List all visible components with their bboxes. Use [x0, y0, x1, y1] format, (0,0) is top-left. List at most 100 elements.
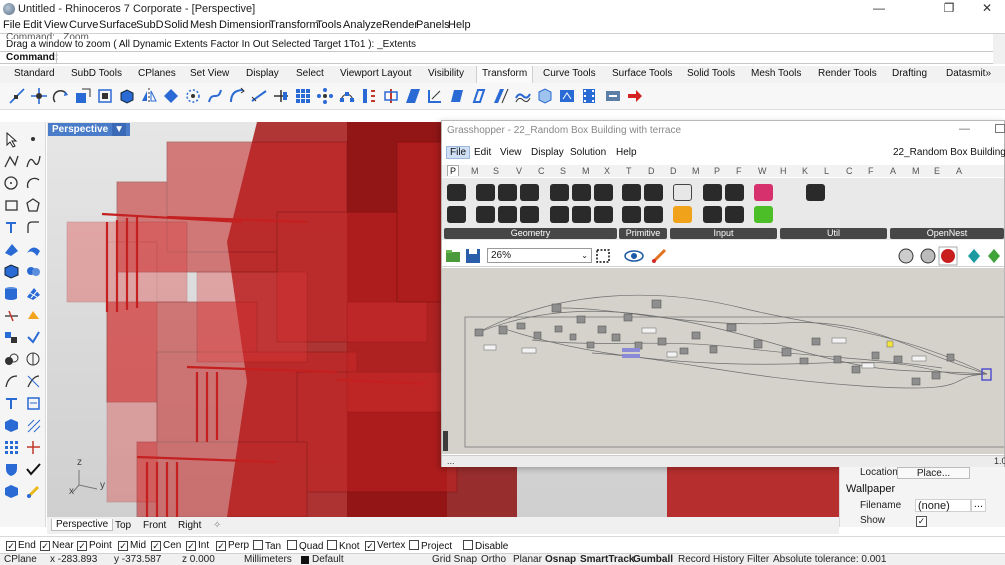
- gh-param-plane-icon[interactable]: [447, 206, 466, 223]
- shear-icon[interactable]: [404, 87, 422, 105]
- gh-tab-a2[interactable]: A: [956, 166, 962, 176]
- set-pt-icon[interactable]: [604, 87, 622, 105]
- gh-input-toggle-icon[interactable]: [703, 206, 722, 223]
- gh-menu-help[interactable]: Help: [616, 147, 637, 158]
- paint-icon[interactable]: [25, 483, 42, 500]
- command-input[interactable]: [56, 52, 991, 63]
- osnap-vertex-checkbox[interactable]: ✓: [365, 541, 375, 551]
- gh-menu-view[interactable]: View: [500, 147, 522, 158]
- grid-array-icon[interactable]: [294, 87, 312, 105]
- join-icon[interactable]: [25, 329, 42, 346]
- flow-icon[interactable]: [360, 87, 378, 105]
- tab-visibility[interactable]: Visibility: [428, 68, 464, 79]
- tab-datasmith-overflow[interactable]: Datasmit»: [946, 68, 991, 79]
- grasshopper-minimize-button[interactable]: —: [959, 123, 970, 135]
- tab-cplanes[interactable]: CPlanes: [138, 68, 176, 79]
- gh-tab-surface[interactable]: S: [560, 166, 566, 176]
- distance-icon[interactable]: [25, 351, 42, 368]
- menu-mesh[interactable]: Mesh: [190, 19, 217, 31]
- select-arrow-icon[interactable]: [3, 131, 20, 148]
- stretch-icon[interactable]: [382, 87, 400, 105]
- osnap-point-checkbox[interactable]: ✓: [77, 541, 87, 551]
- gh-param-field-icon[interactable]: [572, 184, 591, 201]
- splop-icon[interactable]: [470, 87, 488, 105]
- gh-tab-f2[interactable]: F: [868, 166, 874, 176]
- tab-curve-tools[interactable]: Curve Tools: [543, 68, 596, 79]
- solid-box-icon[interactable]: [3, 263, 20, 280]
- menu-surface[interactable]: Surface: [99, 19, 137, 31]
- gh-tab-e[interactable]: E: [934, 166, 940, 176]
- arc-icon[interactable]: [25, 175, 42, 192]
- gh-canvas[interactable]: [442, 268, 1004, 454]
- place-button[interactable]: Place...: [897, 467, 970, 479]
- osnap-near[interactable]: ✓ Near: [40, 540, 74, 551]
- gh-open-file-icon[interactable]: [445, 248, 461, 264]
- film-icon[interactable]: [580, 87, 598, 105]
- gh-param-geometry-icon[interactable]: [550, 206, 569, 223]
- osnap-knot-checkbox[interactable]: [327, 540, 337, 550]
- gh-tab-vector[interactable]: V: [516, 166, 522, 176]
- render-icon[interactable]: [3, 483, 20, 500]
- osnap-tan-checkbox[interactable]: [253, 540, 263, 550]
- sporph-icon[interactable]: [492, 87, 510, 105]
- viewport-tab-top[interactable]: Top: [115, 520, 131, 531]
- gh-tab-c[interactable]: C: [846, 166, 853, 176]
- rhino-app-icon[interactable]: [3, 3, 15, 15]
- red-arrow-icon[interactable]: [626, 87, 644, 105]
- viewport-tab-perspective[interactable]: Perspective: [51, 519, 114, 531]
- gh-canvas-scroll-handle[interactable]: [443, 431, 448, 451]
- gh-tab-w[interactable]: W: [758, 166, 767, 176]
- checkmark-icon[interactable]: [25, 461, 42, 478]
- tab-display[interactable]: Display: [246, 68, 279, 79]
- tab-render-tools[interactable]: Render Tools: [818, 68, 877, 79]
- grasshopper-window[interactable]: Grasshopper - 22_Random Box Building wit…: [441, 120, 1005, 467]
- circle-icon[interactable]: [3, 175, 20, 192]
- osnap-disable[interactable]: Disable: [463, 540, 508, 552]
- grasshopper-maximize-button[interactable]: [995, 124, 1005, 133]
- osnap-mid[interactable]: ✓ Mid: [118, 540, 146, 551]
- cplane-icon[interactable]: [3, 307, 20, 324]
- trim-icon[interactable]: [3, 373, 20, 390]
- orient-icon[interactable]: [162, 87, 180, 105]
- dimension-icon[interactable]: [3, 395, 20, 412]
- osnap-mid-checkbox[interactable]: ✓: [118, 541, 128, 551]
- gh-opennest-fan-icon[interactable]: [893, 184, 912, 201]
- gh-input-button-icon[interactable]: [703, 184, 722, 201]
- gh-menu-edit[interactable]: Edit: [474, 147, 491, 158]
- osnap-perp[interactable]: ✓ Perp: [216, 540, 249, 551]
- gh-tab-transform[interactable]: T: [626, 166, 632, 176]
- soft-move-icon[interactable]: [536, 87, 554, 105]
- twist-icon[interactable]: [206, 87, 224, 105]
- menu-subd[interactable]: SubD: [136, 19, 164, 31]
- tab-select[interactable]: Select: [296, 68, 324, 79]
- gh-zoom-extents-icon[interactable]: [595, 248, 611, 264]
- status-layer[interactable]: Default: [312, 554, 344, 565]
- gh-menu-solution[interactable]: Solution: [570, 147, 606, 158]
- gh-tab-m2[interactable]: M: [692, 166, 700, 176]
- gh-preview-green-icon[interactable]: [985, 247, 1003, 265]
- gh-tab-mesh[interactable]: M: [582, 166, 590, 176]
- status-cplane[interactable]: CPlane: [4, 554, 37, 565]
- gh-opennest-t-icon[interactable]: [922, 184, 941, 201]
- osnap-project[interactable]: Project: [409, 540, 452, 552]
- status-grid-snap[interactable]: Grid Snap: [432, 554, 477, 565]
- loft-icon[interactable]: [25, 241, 42, 258]
- scale-icon[interactable]: [74, 87, 92, 105]
- maximize-button[interactable]: ❐: [932, 0, 966, 18]
- polar-array-icon[interactable]: [316, 87, 334, 105]
- annotation-icon[interactable]: [25, 395, 42, 412]
- show-checkbox[interactable]: ✓: [916, 516, 927, 527]
- gh-input-gradient-icon[interactable]: [754, 184, 773, 201]
- menu-help[interactable]: Help: [448, 19, 471, 31]
- gh-tab-params[interactable]: P: [447, 165, 460, 176]
- shield-icon[interactable]: [3, 461, 20, 478]
- status-osnap[interactable]: Osnap: [545, 554, 576, 565]
- osnap-cen-checkbox[interactable]: ✓: [151, 541, 161, 551]
- gh-param-text-icon[interactable]: [644, 206, 663, 223]
- gh-input-graph-icon[interactable]: [673, 206, 692, 223]
- status-smarttrack[interactable]: SmartTrack: [580, 554, 634, 565]
- gh-tab-sets[interactable]: S: [493, 166, 499, 176]
- cage-edit-icon[interactable]: [448, 87, 466, 105]
- bend-icon[interactable]: [228, 87, 246, 105]
- cylinder-icon[interactable]: [3, 285, 20, 302]
